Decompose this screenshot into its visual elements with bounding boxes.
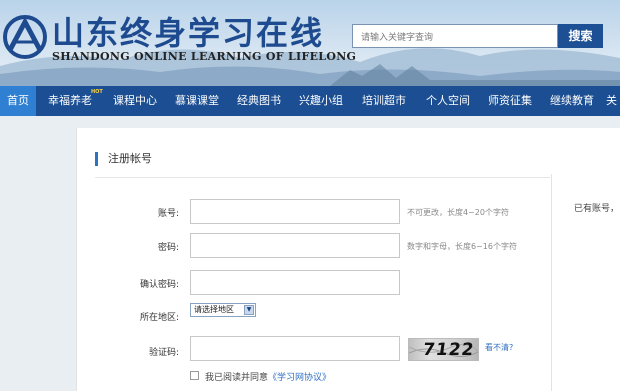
nav-item-home[interactable]: 首页 (0, 86, 36, 116)
region-select[interactable]: 请选择地区 ▼ (190, 303, 256, 317)
captcha-refresh-link[interactable]: 看不清? (485, 342, 513, 353)
section-title: 注册帐号 (95, 152, 152, 166)
nav-item-classic-books[interactable]: 经典图书 (228, 86, 290, 116)
site-logo[interactable]: 山东终身学习在线 SHANDONG ONLINE LEARNING OF LIF… (0, 6, 356, 70)
hot-badge: HOT (91, 89, 103, 95)
agree-checkbox[interactable] (190, 371, 199, 380)
search-button[interactable]: 搜索 (558, 24, 603, 48)
confirm-password-field[interactable] (190, 270, 400, 295)
site-header: 山东终身学习在线 SHANDONG ONLINE LEARNING OF LIF… (0, 0, 620, 86)
nav-item-label: 课程中心 (113, 94, 157, 107)
logo-emblem-icon (3, 15, 47, 59)
nav-item-label: 培训超市 (362, 94, 406, 107)
account-label: 账号: (157, 209, 179, 219)
existing-account-text: 已有账号， (574, 204, 620, 214)
password-field[interactable] (190, 233, 400, 258)
nav-item-label: 兴趣小组 (299, 94, 343, 107)
password-hint: 数字和字母，长度6~16个字符 (407, 242, 517, 251)
agreement-link[interactable]: 《学习网协议》 (268, 373, 331, 383)
vertical-divider (551, 174, 552, 391)
logo-subtitle: SHANDONG ONLINE LEARNING OF LIFELONG (52, 50, 357, 63)
nav-item-label: 师资征集 (488, 94, 532, 107)
captcha-field[interactable] (190, 336, 400, 361)
nav-item-happy-elderly[interactable]: 幸福养老 HOT (36, 86, 104, 116)
agree-text: 我已阅读并同意 (205, 373, 269, 383)
nav-item-label: 经典图书 (237, 94, 281, 107)
password-label: 密码: (157, 243, 179, 253)
agree-statement: 我已阅读并同意《学习网协议》 (205, 370, 331, 383)
search-input[interactable] (353, 27, 557, 49)
nav-item-label: 慕课课堂 (175, 94, 219, 107)
confirm-password-label: 确认密码: (139, 280, 179, 290)
chevron-down-icon: ▼ (244, 305, 254, 315)
nav-item-course-center[interactable]: 课程中心 (104, 86, 166, 116)
nav-item-label: 关 (606, 94, 617, 107)
captcha-image[interactable]: 7122 (408, 338, 479, 361)
main-nav: 首页 幸福养老 HOT 课程中心 慕课课堂 经典图书 兴趣小组 培训超市 个人空… (0, 86, 620, 116)
nav-item-teacher-recruitment[interactable]: 师资征集 (480, 86, 540, 116)
nav-item-interest-groups[interactable]: 兴趣小组 (290, 86, 352, 116)
nav-item-about[interactable]: 关 (606, 86, 620, 116)
nav-item-mooc[interactable]: 慕课课堂 (166, 86, 228, 116)
nav-item-label: 继续教育 (550, 94, 594, 107)
search-box (352, 24, 558, 49)
captcha-label: 验证码: (148, 348, 179, 358)
account-field[interactable] (190, 199, 400, 224)
register-panel: 注册帐号 已有账号， 账号: 不可更改，长度4~20个字符 密码: 数字和字母，… (76, 128, 620, 391)
nav-item-label: 首页 (7, 94, 29, 107)
nav-item-label: 个人空间 (426, 94, 470, 107)
title-divider (95, 177, 550, 178)
account-hint: 不可更改，长度4~20个字符 (407, 208, 509, 217)
captcha-text: 7122 (421, 340, 476, 360)
nav-item-label: 幸福养老 (48, 94, 92, 107)
region-label: 所在地区: (139, 313, 179, 323)
nav-item-continuing-education[interactable]: 继续教育 (540, 86, 604, 116)
region-selected-value: 请选择地区 (194, 305, 234, 314)
nav-item-personal-space[interactable]: 个人空间 (416, 86, 480, 116)
logo-title: 山东终身学习在线 (52, 14, 325, 52)
nav-item-training-market[interactable]: 培训超市 (352, 86, 416, 116)
